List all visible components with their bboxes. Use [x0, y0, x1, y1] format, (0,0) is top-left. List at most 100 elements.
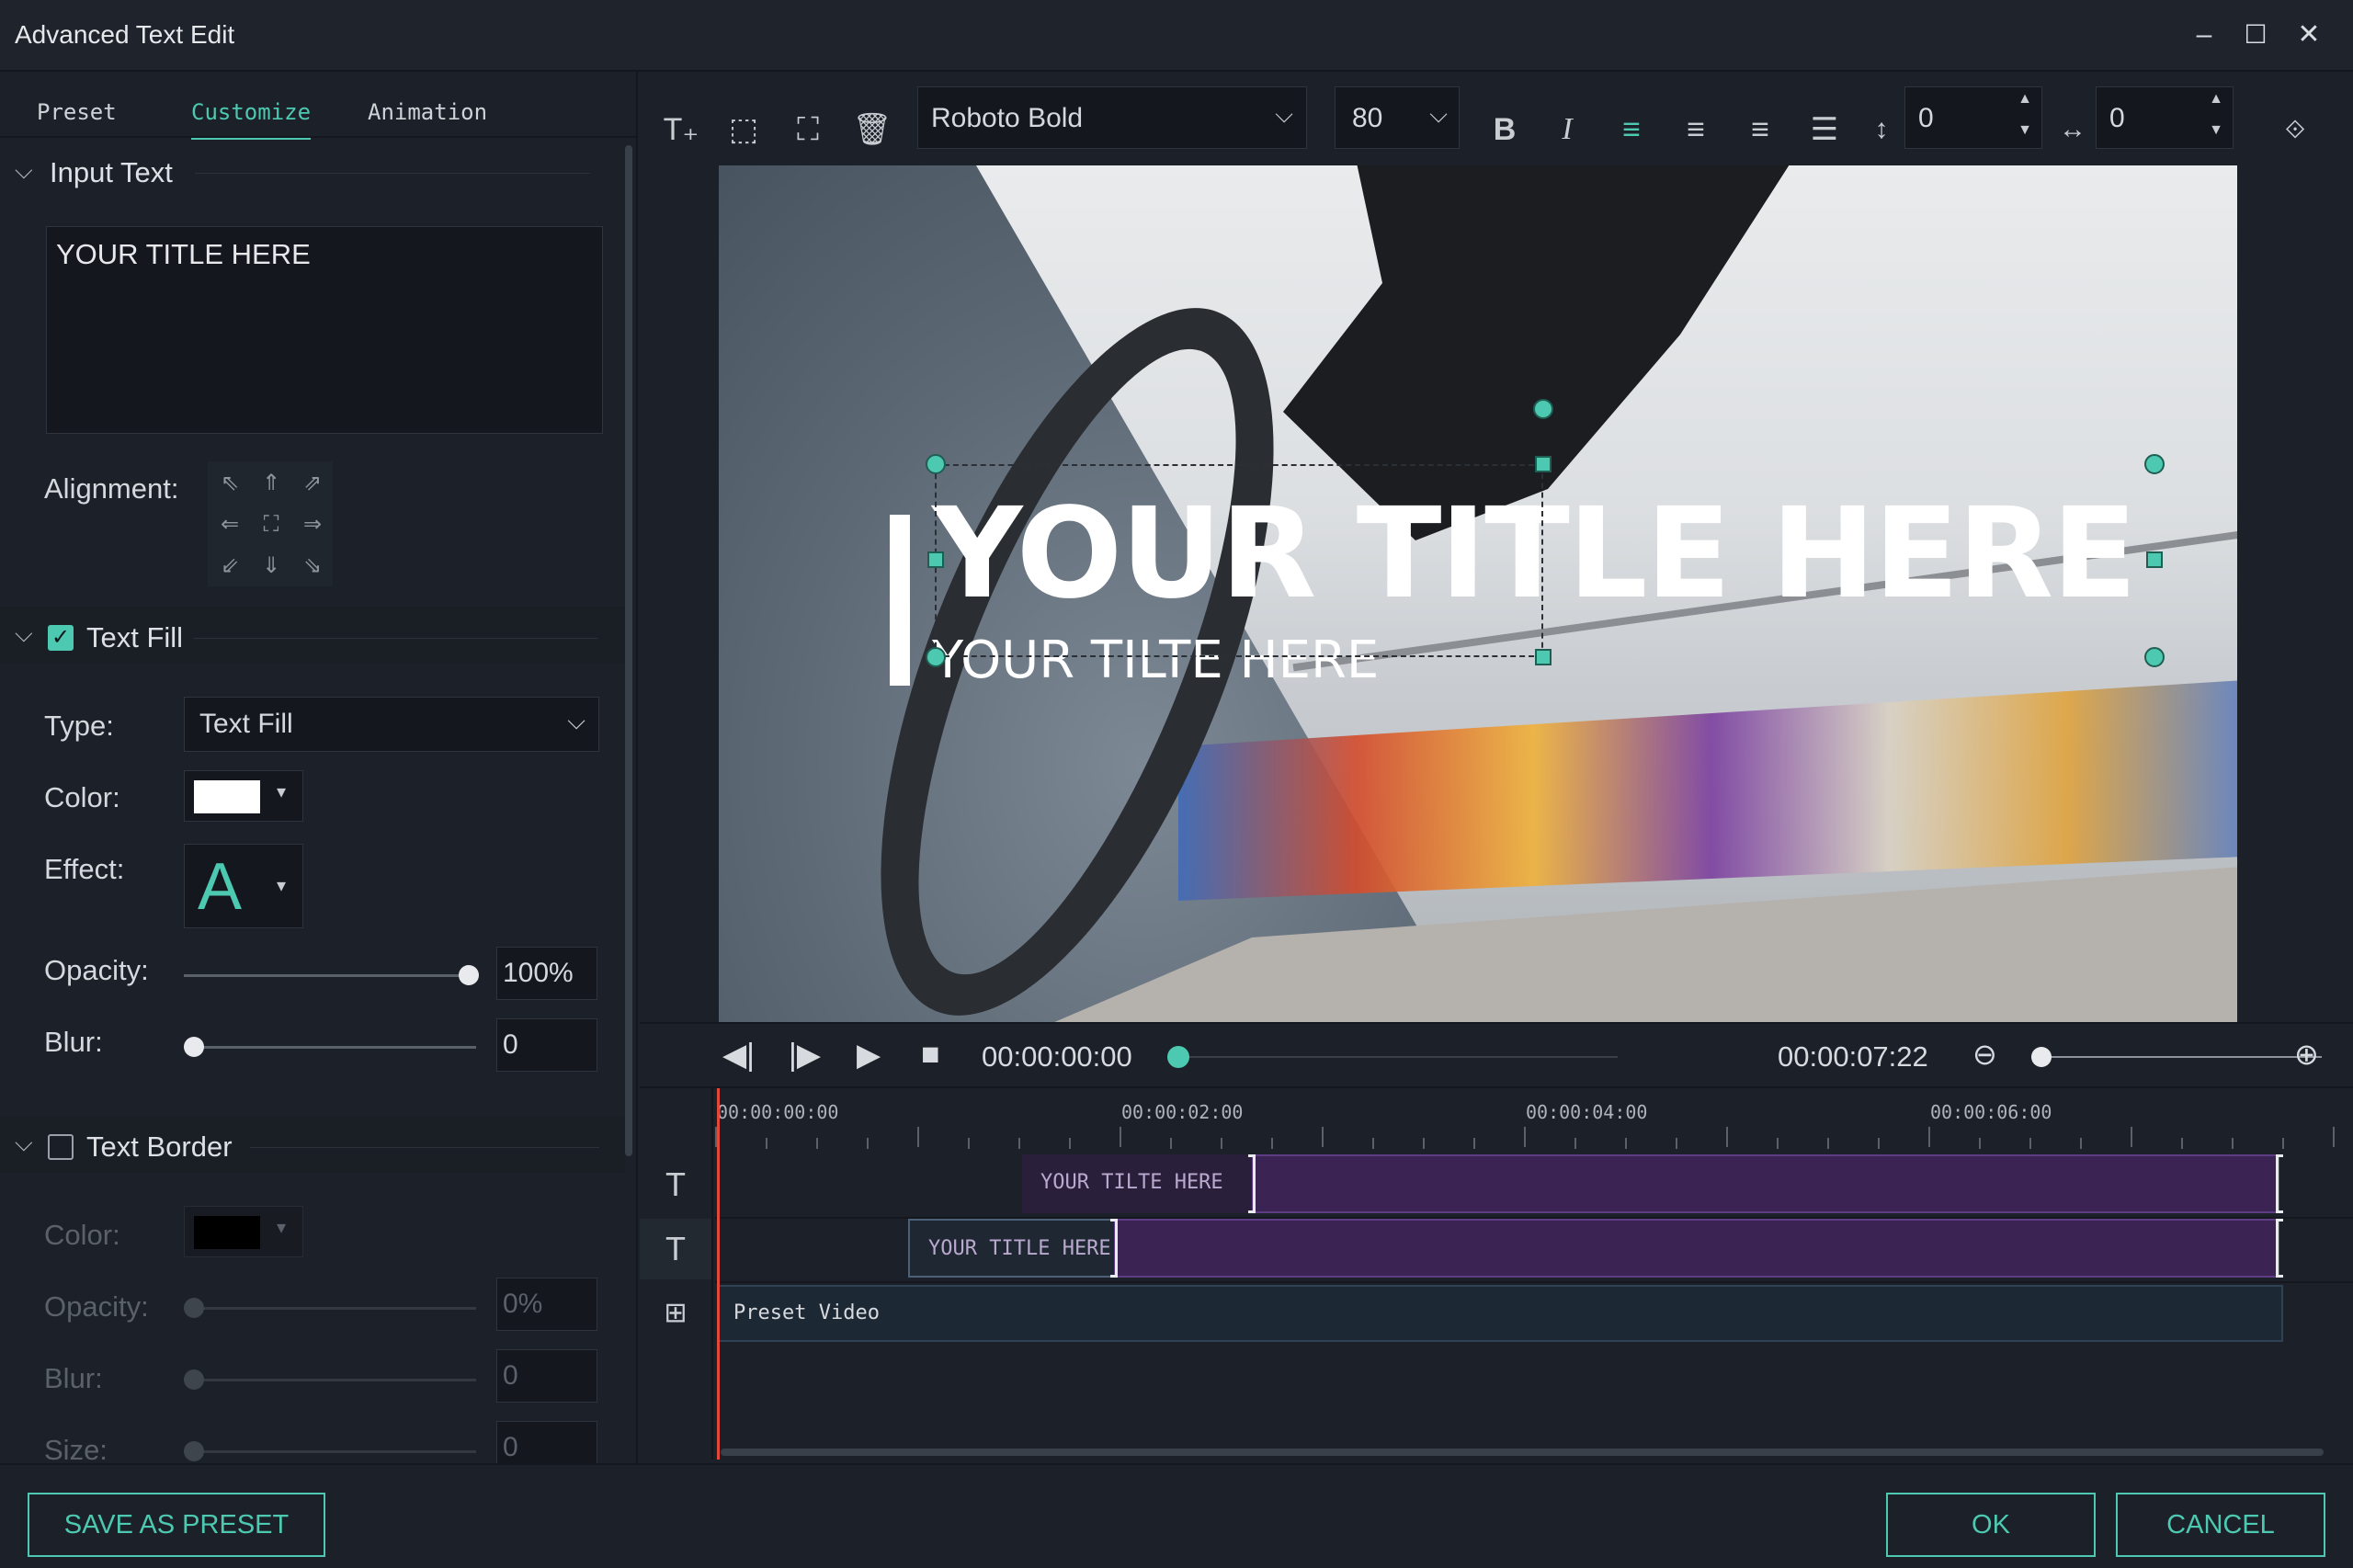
- border-opacity-slider-knob[interactable]: [184, 1298, 204, 1318]
- fill-opacity-input[interactable]: 100%: [496, 947, 597, 1000]
- text-selection-box[interactable]: [935, 464, 1543, 657]
- maximize-button[interactable]: ☐: [2235, 15, 2276, 55]
- resize-handle-left[interactable]: [927, 551, 944, 568]
- stop-icon[interactable]: ■: [921, 1037, 940, 1073]
- align-top-icon[interactable]: ⇑: [252, 464, 290, 503]
- align-bottom-right-icon[interactable]: ⇘: [293, 547, 332, 585]
- input-text-value[interactable]: YOUR TITLE HERE: [47, 227, 602, 282]
- add-text-icon[interactable]: T₊: [658, 107, 704, 153]
- zoom-slider[interactable]: [2031, 1056, 2322, 1058]
- char-spacing-input[interactable]: 0 ▲ ▼: [2096, 86, 2234, 149]
- border-blur-slider[interactable]: [184, 1379, 476, 1381]
- align-bottom-icon[interactable]: ⇓: [252, 547, 290, 585]
- left-panel-scrollbar[interactable]: [625, 145, 632, 1156]
- video-track-icon[interactable]: ⊞: [640, 1283, 713, 1344]
- text-fill-checkbox[interactable]: ✓: [48, 625, 74, 651]
- stepper-down-icon[interactable]: ▼: [2018, 122, 2032, 139]
- preset-video-clip[interactable]: Preset Video: [717, 1285, 2283, 1342]
- align-right-text-icon[interactable]: ≡: [1737, 107, 1783, 153]
- resize-handle-bottom-right[interactable]: [2144, 647, 2165, 667]
- resize-handle-top-left[interactable]: [926, 454, 946, 474]
- delete-icon[interactable]: 🗑: [849, 107, 895, 153]
- border-opacity-slider[interactable]: [184, 1307, 476, 1310]
- minimize-button[interactable]: –: [2184, 15, 2224, 55]
- input-text-area[interactable]: YOUR TITLE HERE: [46, 226, 603, 434]
- add-shape-icon[interactable]: ⬚: [721, 107, 767, 153]
- border-opacity-input[interactable]: 0%: [496, 1278, 597, 1331]
- align-top-right-icon[interactable]: ⇗: [293, 464, 332, 503]
- scrub-knob[interactable]: [1167, 1046, 1189, 1068]
- keyframe-icon[interactable]: ⟐: [2272, 107, 2318, 153]
- border-blur-input[interactable]: 0: [496, 1349, 597, 1403]
- rotate-handle[interactable]: [1533, 399, 1553, 419]
- zoom-in-icon[interactable]: ⊕: [2294, 1037, 2319, 1072]
- fill-blur-slider[interactable]: [184, 1046, 476, 1049]
- clip-trim-handle[interactable]: [1110, 1219, 1118, 1278]
- border-color-picker[interactable]: ▾: [184, 1206, 303, 1257]
- zoom-slider-knob[interactable]: [2031, 1047, 2052, 1067]
- fill-opacity-slider[interactable]: [184, 974, 469, 977]
- resize-handle-top[interactable]: [1535, 456, 1552, 472]
- bold-button[interactable]: B: [1482, 107, 1528, 153]
- clip-trim-handle[interactable]: [2276, 1219, 2283, 1278]
- resize-handle-bottom[interactable]: [1535, 649, 1552, 665]
- border-size-input[interactable]: 0: [496, 1421, 597, 1463]
- text-border-collapse-icon[interactable]: ⌵: [15, 1129, 33, 1158]
- line-spacing-input[interactable]: 0 ▲ ▼: [1904, 86, 2042, 149]
- stepper-up-icon[interactable]: ▲: [2018, 91, 2032, 108]
- align-bottom-left-icon[interactable]: ⇙: [210, 547, 249, 585]
- tab-customize[interactable]: Customize: [191, 99, 312, 140]
- border-size-slider-knob[interactable]: [184, 1441, 204, 1461]
- clip-trim-handle[interactable]: [1248, 1154, 1256, 1213]
- align-right-icon[interactable]: ⇒: [293, 506, 332, 544]
- text-fill-collapse-icon[interactable]: ⌵: [15, 619, 33, 649]
- fill-effect-picker[interactable]: A ▾: [184, 844, 303, 928]
- fill-color-picker[interactable]: ▾: [184, 770, 303, 822]
- justify-text-icon[interactable]: ☰: [1802, 107, 1847, 153]
- timeline-clip-extent[interactable]: [1252, 1154, 2279, 1213]
- resize-handle-right[interactable]: [2146, 551, 2163, 568]
- timeline-playhead[interactable]: [717, 1088, 720, 1460]
- text-track-1-icon[interactable]: T: [640, 1154, 713, 1215]
- clip-trim-handle[interactable]: [2276, 1154, 2283, 1213]
- stepper-down-icon[interactable]: ▼: [2209, 122, 2223, 139]
- tab-animation[interactable]: Animation: [368, 99, 487, 140]
- align-center-text-icon[interactable]: ≡: [1673, 107, 1719, 153]
- ok-button[interactable]: OK: [1886, 1493, 2096, 1557]
- italic-button[interactable]: I: [1544, 107, 1590, 153]
- timeline-clip[interactable]: YOUR TILTE HERE: [1022, 1154, 1252, 1213]
- timeline-scrollbar[interactable]: [721, 1449, 2324, 1456]
- scrub-track[interactable]: [1167, 1056, 1618, 1058]
- fill-blur-slider-knob[interactable]: [184, 1037, 204, 1057]
- video-preview[interactable]: YOUR TITLE HERE YOUR TILTE HERE: [719, 165, 2237, 1022]
- save-as-preset-button[interactable]: SAVE AS PRESET: [28, 1493, 325, 1557]
- play-icon[interactable]: ▶: [857, 1037, 881, 1074]
- input-text-collapse-icon[interactable]: ⌵: [15, 156, 33, 186]
- align-center-icon[interactable]: ⛶: [252, 506, 290, 544]
- border-size-slider[interactable]: [184, 1450, 476, 1453]
- zoom-out-icon[interactable]: ⊖: [1972, 1037, 1997, 1072]
- border-blur-slider-knob[interactable]: [184, 1369, 204, 1390]
- timeline-ruler[interactable]: 00:00:00:00 00:00:02:00 00:00:04:00 00:0…: [715, 1088, 2353, 1153]
- align-top-left-icon[interactable]: ⇖: [210, 464, 249, 503]
- fill-blur-input[interactable]: 0: [496, 1018, 597, 1072]
- close-button[interactable]: ✕: [2289, 15, 2329, 55]
- tab-preset[interactable]: Preset: [37, 99, 117, 140]
- add-image-icon[interactable]: ⛶: [785, 107, 831, 153]
- timeline-clip-extent[interactable]: [1114, 1219, 2279, 1278]
- font-family-dropdown[interactable]: Roboto Bold ⌵: [917, 86, 1307, 149]
- text-border-checkbox[interactable]: [48, 1134, 74, 1160]
- align-left-text-icon[interactable]: ≡: [1608, 107, 1654, 153]
- next-frame-icon[interactable]: |▶: [789, 1037, 821, 1074]
- resize-handle-top-right[interactable]: [2144, 454, 2165, 474]
- alignment-grid: ⇖ ⇑ ⇗ ⇐ ⛶ ⇒ ⇙ ⇓ ⇘: [208, 461, 333, 586]
- previous-frame-icon[interactable]: ◀|: [722, 1037, 755, 1074]
- fill-opacity-slider-knob[interactable]: [459, 965, 479, 985]
- fill-type-dropdown[interactable]: Text Fill ⌵: [184, 697, 599, 752]
- text-track-2-icon[interactable]: T: [640, 1219, 713, 1279]
- align-left-icon[interactable]: ⇐: [210, 506, 249, 544]
- cancel-button[interactable]: CANCEL: [2116, 1493, 2325, 1557]
- font-size-dropdown[interactable]: 80 ⌵: [1335, 86, 1460, 149]
- resize-handle-bottom-left[interactable]: [926, 647, 946, 667]
- stepper-up-icon[interactable]: ▲: [2209, 91, 2223, 108]
